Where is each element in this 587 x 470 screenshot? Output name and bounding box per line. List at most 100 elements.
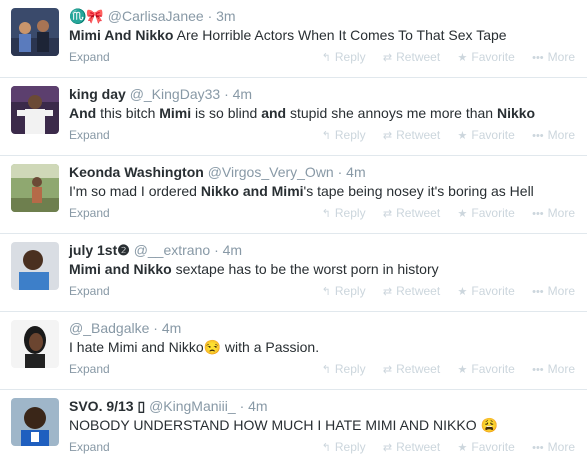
tweet-actions: ↰ Reply ⇄ Retweet ★ Favorite ••• More [308, 440, 575, 454]
display-name[interactable]: king day [69, 86, 126, 102]
avatar[interactable] [11, 398, 59, 446]
timestamp[interactable]: · 4m [214, 242, 242, 258]
reply-icon: ↰ [321, 364, 331, 376]
user-handle[interactable]: @_Badgalke [69, 320, 149, 336]
tweet-item[interactable]: Keonda Washington @Virgos_Very_Own · 4m … [0, 156, 587, 234]
user-handle[interactable]: @KingManiii_ [149, 398, 236, 414]
favorite-button[interactable]: ★ Favorite [458, 362, 515, 376]
timestamp[interactable]: · 3m [208, 8, 236, 24]
display-name[interactable]: Keonda Washington [69, 164, 204, 180]
more-button[interactable]: ••• More [532, 128, 575, 142]
reply-button[interactable]: ↰ Reply [322, 128, 366, 142]
emoji-icon: 😒 [203, 339, 222, 355]
reply-button[interactable]: ↰ Reply [322, 206, 366, 220]
retweet-icon: ⇄ [382, 286, 393, 298]
timestamp[interactable]: · 4m [224, 86, 252, 102]
tweet-actions: ↰ Reply ⇄ Retweet ★ Favorite ••• More [308, 206, 575, 220]
more-button[interactable]: ••• More [532, 440, 575, 454]
tweet-text-segment: is so blind [191, 105, 262, 121]
star-icon: ★ [457, 364, 468, 376]
favorite-button[interactable]: ★ Favorite [458, 50, 515, 64]
tweet-item[interactable]: @_Badgalke · 4m I hate Mimi and Nikko😒 w… [0, 312, 587, 390]
reply-button[interactable]: ↰ Reply [322, 362, 366, 376]
retweet-button[interactable]: ⇄ Retweet [383, 362, 440, 376]
tweet-text-segment: Are Horrible Actors When It Comes To Tha… [173, 27, 507, 43]
reply-button[interactable]: ↰ Reply [322, 440, 366, 454]
retweet-icon: ⇄ [382, 52, 393, 64]
tweet-feed: ♏🎀 @CarlisaJanee · 3m Mimi And Nikko Are… [0, 0, 587, 470]
reply-button[interactable]: ↰ Reply [322, 284, 366, 298]
tweet-item[interactable]: july 1st❷ @__extrano · 4m Mimi and Nikko… [0, 234, 587, 312]
more-icon: ••• [532, 364, 544, 376]
more-icon: ••• [532, 286, 544, 298]
retweet-button[interactable]: ⇄ Retweet [383, 440, 440, 454]
retweet-button[interactable]: ⇄ Retweet [383, 128, 440, 142]
tweet-text: I'm so mad I ordered Nikko and Mimi's ta… [69, 183, 534, 200]
reply-icon: ↰ [321, 52, 331, 64]
retweet-icon: ⇄ [382, 364, 393, 376]
more-button[interactable]: ••• More [532, 206, 575, 220]
user-handle[interactable]: @_KingDay33 [130, 86, 221, 102]
more-icon: ••• [532, 52, 544, 64]
display-name[interactable]: ♏🎀 [69, 8, 104, 24]
reply-icon: ↰ [321, 286, 331, 298]
timestamp[interactable]: · 4m [240, 398, 268, 414]
more-button[interactable]: ••• More [532, 50, 575, 64]
expand-link[interactable]: Expand [69, 440, 110, 454]
expand-link[interactable]: Expand [69, 128, 110, 142]
tweet-item[interactable]: ♏🎀 @CarlisaJanee · 3m Mimi And Nikko Are… [0, 0, 587, 78]
more-button[interactable]: ••• More [532, 284, 575, 298]
user-handle[interactable]: @CarlisaJanee [108, 8, 204, 24]
more-icon: ••• [532, 442, 544, 454]
tweet-item[interactable]: SVO. 9/13 ▯ @KingManiii_ · 4m NOBODY UND… [0, 390, 587, 470]
star-icon: ★ [457, 130, 468, 142]
expand-link[interactable]: Expand [69, 284, 110, 298]
avatar[interactable] [11, 164, 59, 212]
tweet-text-segment: sextape has to be the worst porn in hist… [171, 261, 439, 277]
favorite-button[interactable]: ★ Favorite [458, 128, 515, 142]
tweet-text-segment: I hate Mimi and Nikko [69, 339, 204, 355]
tweet-item[interactable]: king day @_KingDay33 · 4m And this bitch… [0, 78, 587, 156]
tweet-text: Mimi And Nikko Are Horrible Actors When … [69, 27, 507, 44]
tweet-text-segment: Mimi [159, 105, 192, 121]
display-name[interactable]: july 1st❷ [69, 242, 130, 258]
avatar[interactable] [11, 320, 59, 368]
retweet-button[interactable]: ⇄ Retweet [383, 50, 440, 64]
more-button[interactable]: ••• More [532, 362, 575, 376]
avatar[interactable] [11, 86, 59, 134]
retweet-icon: ⇄ [382, 208, 393, 220]
reply-button[interactable]: ↰ Reply [322, 50, 366, 64]
avatar[interactable] [11, 242, 59, 290]
expand-link[interactable]: Expand [69, 362, 110, 376]
display-name[interactable]: SVO. 9/13 ▯ [69, 398, 145, 414]
tweet-text: Mimi and Nikko sextape has to be the wor… [69, 261, 439, 278]
avatar[interactable] [11, 8, 59, 56]
tweet-actions: ↰ Reply ⇄ Retweet ★ Favorite ••• More [308, 362, 575, 376]
star-icon: ★ [457, 442, 468, 454]
retweet-button[interactable]: ⇄ Retweet [383, 284, 440, 298]
expand-link[interactable]: Expand [69, 206, 110, 220]
tweet-text: NOBODY UNDERSTAND HOW MUCH I HATE MIMI A… [69, 417, 498, 434]
more-icon: ••• [532, 208, 544, 220]
tweet-text-segment: this bitch [96, 105, 160, 121]
tweet-text-segment: Mimi and Nikko [69, 261, 172, 277]
tweet-text: And this bitch Mimi is so blind and stup… [69, 105, 535, 122]
star-icon: ★ [457, 286, 468, 298]
tweet-text-segment: stupid she annoys me more than [286, 105, 497, 121]
user-handle[interactable]: @__extrano [134, 242, 210, 258]
user-handle[interactable]: @Virgos_Very_Own [208, 164, 334, 180]
retweet-button[interactable]: ⇄ Retweet [383, 206, 440, 220]
favorite-button[interactable]: ★ Favorite [458, 206, 515, 220]
favorite-button[interactable]: ★ Favorite [458, 284, 515, 298]
tweet-text-segment: Nikko [496, 105, 536, 121]
favorite-button[interactable]: ★ Favorite [458, 440, 515, 454]
timestamp[interactable]: · 4m [338, 164, 366, 180]
tweet-text-segment: with a Passion. [221, 339, 320, 355]
reply-icon: ↰ [321, 130, 331, 142]
retweet-icon: ⇄ [382, 442, 393, 454]
tweet-text-segment: Mimi And Nikko [69, 27, 174, 43]
expand-link[interactable]: Expand [69, 50, 110, 64]
timestamp[interactable]: · 4m [153, 320, 181, 336]
tweet-text: I hate Mimi and Nikko😒 with a Passion. [69, 339, 319, 356]
reply-icon: ↰ [321, 208, 331, 220]
